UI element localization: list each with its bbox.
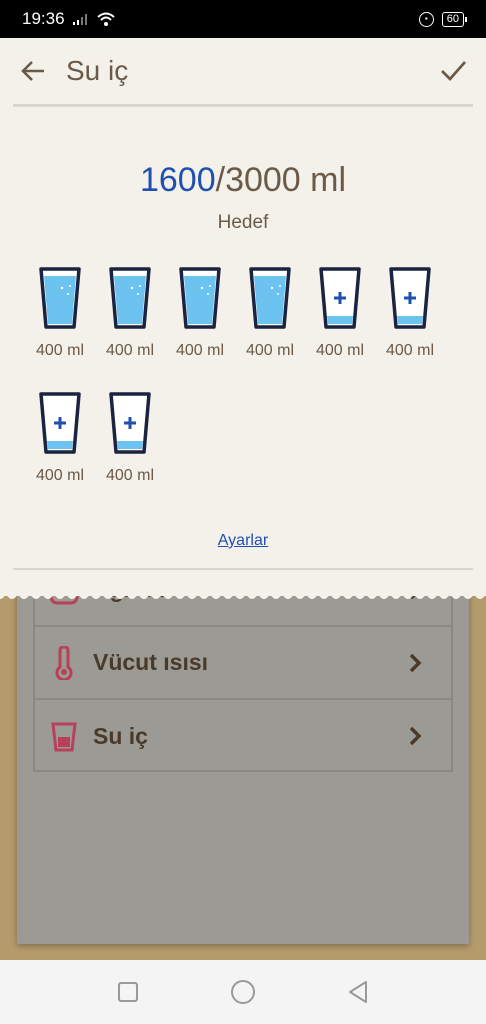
- add-glass-icon: [319, 267, 361, 329]
- water-glass[interactable]: 400 ml: [95, 391, 165, 501]
- list-item-drink-water[interactable]: Su iç: [35, 700, 451, 773]
- page-title: Su iç: [66, 55, 129, 86]
- full-glass-icon: [249, 267, 291, 329]
- water-glass[interactable]: 400 ml: [235, 266, 305, 376]
- top-bar: Su iç: [0, 38, 486, 104]
- signal-icon: [72, 14, 87, 25]
- list-item-body-temperature[interactable]: Vücut ısısı: [35, 627, 451, 700]
- add-glass-icon: [109, 392, 151, 454]
- water-glass[interactable]: 400 ml: [95, 266, 165, 376]
- list-item-label: Vücut ısısı: [93, 649, 209, 675]
- water-glass[interactable]: 400 ml: [165, 266, 235, 376]
- water-glass[interactable]: 400 ml: [25, 391, 95, 501]
- chevron-right-icon: [409, 726, 422, 746]
- navigation-bar: [0, 960, 486, 1024]
- water-glass[interactable]: 400 ml: [375, 266, 445, 376]
- lock-icon: ▪: [418, 11, 434, 27]
- clock: 19:36: [22, 9, 65, 28]
- glass-label: 400 ml: [245, 342, 295, 359]
- current-amount: 1600: [139, 161, 216, 199]
- wifi-icon: [96, 12, 115, 26]
- full-glass-icon: [109, 267, 151, 329]
- glass-label: 400 ml: [315, 342, 365, 359]
- water-glass[interactable]: 400 ml: [305, 266, 375, 376]
- square-icon: [117, 982, 138, 1002]
- water-glass[interactable]: 400 ml: [25, 266, 95, 376]
- triangle-back-icon: [349, 981, 368, 1003]
- add-glass-icon: [389, 267, 431, 329]
- glass-label: 400 ml: [35, 467, 85, 484]
- header-divider: [13, 104, 473, 107]
- glass-label: 400 ml: [105, 342, 155, 359]
- water-intake-panel: Su iç 1600/3000 ml Hedef 400 ml 400 ml 400…: [0, 38, 486, 596]
- glass-label: 400 ml: [385, 342, 435, 359]
- amount-separator: /: [215, 161, 226, 199]
- panel-edge: [0, 584, 486, 599]
- glass-label: 400 ml: [35, 342, 85, 359]
- battery-icon: 60: [441, 11, 468, 27]
- thermometer-icon: [49, 645, 79, 680]
- full-glass-icon: [179, 267, 221, 329]
- bottom-divider: [13, 568, 473, 570]
- list-item-label: Su iç: [93, 723, 148, 749]
- goal-label: Hedef: [217, 212, 269, 233]
- full-glass-icon: [39, 267, 81, 329]
- check-icon: [441, 61, 467, 82]
- add-glass-icon: [39, 392, 81, 454]
- circle-icon: [230, 980, 255, 1004]
- cup-icon: [49, 720, 79, 754]
- chevron-right-icon: [409, 653, 422, 673]
- status-bar: 19:36 ▪ 60: [0, 0, 486, 38]
- confirm-button[interactable]: [438, 56, 468, 86]
- settings-link[interactable]: Ayarlar: [0, 532, 486, 550]
- battery-level: 60: [446, 12, 459, 25]
- back-arrow-icon: [21, 61, 44, 81]
- back-button[interactable]: [18, 56, 48, 86]
- back-nav-button[interactable]: [343, 977, 373, 1007]
- recents-button[interactable]: [113, 977, 143, 1007]
- goal-amount: 3000 ml: [225, 161, 347, 199]
- glass-label: 400 ml: [175, 342, 225, 359]
- glass-label: 400 ml: [105, 467, 155, 484]
- water-amount: 1600/3000 ml: [0, 161, 486, 200]
- home-button[interactable]: [228, 977, 258, 1007]
